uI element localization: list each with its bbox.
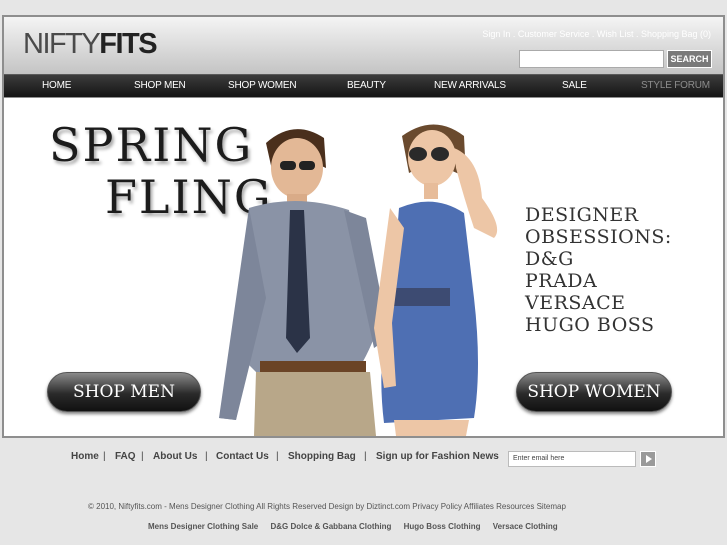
brands-line[interactable]: VERSACE: [525, 292, 672, 314]
newsletter-submit-button[interactable]: [640, 451, 656, 467]
footer-link-home[interactable]: Home: [71, 451, 99, 462]
brands-line[interactable]: HUGO BOSS: [525, 314, 672, 336]
footer-link-faq[interactable]: FAQ: [115, 451, 136, 462]
page-frame: NIFTYFITS Sign In . Customer Service . W…: [2, 15, 725, 438]
brands-line: OBSESSIONS:: [525, 226, 672, 248]
nav-shop-women[interactable]: SHOP WOMEN: [228, 75, 297, 97]
footer-link-about[interactable]: About Us: [153, 451, 197, 462]
nav-home[interactable]: HOME: [42, 75, 71, 97]
footer-separator: |: [103, 451, 106, 462]
nav-beauty[interactable]: BEAUTY: [347, 75, 386, 97]
shop-men-button[interactable]: SHOP MEN: [47, 372, 201, 412]
seo-link[interactable]: Hugo Boss Clothing: [404, 522, 481, 531]
nav-new-arrivals[interactable]: NEW ARRIVALS: [434, 75, 506, 97]
female-model-figure: [374, 124, 498, 436]
seo-link[interactable]: Mens Designer Clothing Sale: [148, 522, 258, 531]
hero-banner: SPRING FLING DESIGNER OBSESSIONS: D&G PR…: [4, 98, 723, 436]
nav-style-forum[interactable]: STYLE FORUM: [641, 75, 710, 97]
newsletter-email-field[interactable]: Enter email here: [508, 451, 636, 467]
main-nav: HOME SHOP MEN SHOP WOMEN BEAUTY NEW ARRI…: [4, 74, 723, 97]
nav-sale[interactable]: SALE: [562, 75, 587, 97]
footer-separator: |: [364, 451, 367, 462]
utility-links[interactable]: Sign In . Customer Service . Wish List .…: [482, 29, 711, 39]
brands-line[interactable]: PRADA: [525, 270, 672, 292]
brands-line: DESIGNER: [525, 204, 639, 226]
designer-brands-list: DESIGNER OBSESSIONS: D&G PRADA VERSACE H…: [525, 204, 672, 336]
seo-link[interactable]: D&G Dolce & Gabbana Clothing: [270, 522, 391, 531]
footer-link-shopping-bag[interactable]: Shopping Bag: [288, 451, 356, 462]
header: NIFTYFITS Sign In . Customer Service . W…: [4, 17, 723, 74]
footer-separator: |: [205, 451, 208, 462]
footer-link-newsletter: Sign up for Fashion News: [376, 451, 499, 462]
male-model-figure: [219, 129, 389, 436]
footer-separator: |: [276, 451, 279, 462]
shop-women-button[interactable]: SHOP WOMEN: [516, 372, 672, 412]
footer-separator: |: [141, 451, 144, 462]
seo-link[interactable]: Versace Clothing: [493, 522, 558, 531]
seo-links: Mens Designer Clothing Sale D&G Dolce & …: [148, 522, 568, 531]
nav-shop-men[interactable]: SHOP MEN: [134, 75, 186, 97]
copyright-line: © 2010, Niftyfits.com - Mens Designer Cl…: [88, 502, 566, 511]
site-logo[interactable]: NIFTYFITS: [23, 27, 158, 61]
search-input[interactable]: [519, 50, 664, 68]
search-button[interactable]: SEARCH: [667, 50, 712, 68]
footer-link-contact[interactable]: Contact Us: [216, 451, 269, 462]
brands-line[interactable]: D&G: [525, 248, 672, 270]
